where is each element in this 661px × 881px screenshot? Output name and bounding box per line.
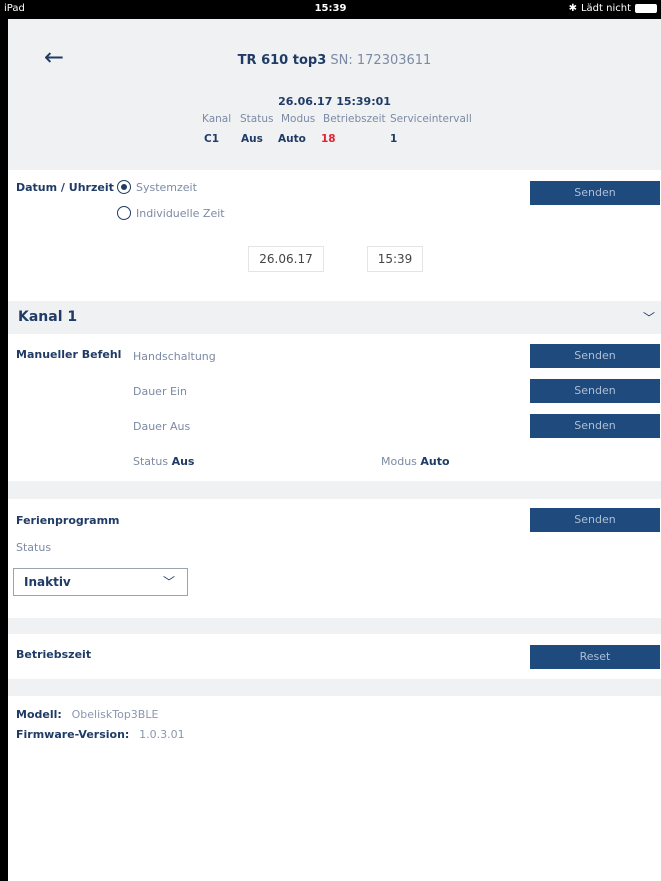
kanal-mode-label: Modus: [381, 455, 417, 468]
val-modus: Auto: [278, 133, 306, 145]
chevron-down-icon: ﹀: [642, 311, 655, 325]
chevron-down-icon: ﹀: [162, 575, 175, 589]
radio-unselected-icon: [117, 206, 131, 220]
radio-individuelle-label: Individuelle Zeit: [136, 206, 225, 220]
divider: [8, 618, 661, 634]
ferien-select-value: Inaktiv: [24, 575, 71, 589]
kanal-title: Kanal 1: [18, 309, 78, 325]
radio-individuelle-zeit[interactable]: Individuelle Zeit: [117, 206, 225, 220]
device-title: TR 610 top3 SN: 172303611: [8, 53, 661, 68]
val-serviceintervall: 1: [390, 133, 398, 145]
radio-selected-icon: [117, 180, 131, 194]
kanal-accordion[interactable]: Kanal 1 ﹀: [8, 301, 661, 334]
device-datetime: 26.06.17 15:39:01: [278, 95, 391, 108]
val-kanal: C1: [204, 133, 220, 145]
battery-icon: [635, 4, 657, 13]
serial-label: SN:: [330, 53, 353, 68]
ferien-status-label: Status: [16, 541, 52, 554]
datum-label: Datum / Uhrzeit: [16, 181, 114, 194]
val-betriebszeit: 18: [321, 133, 336, 145]
device-model: TR 610 top3: [237, 53, 327, 68]
dauer-aus-send-button[interactable]: Senden: [530, 414, 660, 438]
row-dauer-aus-label: Dauer Aus: [133, 420, 191, 433]
device-header: ← TR 610 top3 SN: 172303611 26.06.17 15:…: [8, 19, 661, 170]
firmware-label: Firmware-Version:: [16, 728, 130, 741]
kanal-status-value: Aus: [171, 455, 195, 468]
divider: [8, 679, 661, 696]
betriebszeit-label: Betriebszeit: [16, 648, 92, 661]
reset-button[interactable]: Reset: [530, 645, 660, 669]
radio-systemzeit-label: Systemzeit: [136, 180, 197, 194]
ferien-label: Ferienprogramm: [16, 514, 120, 527]
col-modus: Modus: [281, 113, 316, 125]
firmware-info: Firmware-Version: 1.0.3.01: [16, 728, 185, 741]
time-field[interactable]: 15:39: [367, 246, 423, 272]
val-status: Aus: [241, 133, 263, 145]
kanal-status-label: Status: [133, 455, 169, 468]
ferien-send-button[interactable]: Senden: [530, 508, 660, 532]
row-handschaltung-label: Handschaltung: [133, 350, 216, 363]
datum-send-button[interactable]: Senden: [530, 181, 660, 205]
clock: 15:39: [314, 3, 347, 14]
col-status: Status: [240, 113, 274, 125]
date-field[interactable]: 26.06.17: [248, 246, 324, 272]
dauer-ein-send-button[interactable]: Senden: [530, 379, 660, 403]
kanal-status: Status Aus: [133, 455, 194, 468]
kanal-mode: Modus Auto: [381, 455, 450, 468]
handschaltung-send-button[interactable]: Senden: [530, 344, 660, 368]
model-value: ObeliskTop3BLE: [71, 708, 159, 721]
kanal-mode-value: Auto: [420, 455, 450, 468]
radio-systemzeit[interactable]: Systemzeit: [117, 180, 197, 194]
col-serviceintervall: Serviceintervall: [390, 113, 472, 125]
row-dauer-ein-label: Dauer Ein: [133, 385, 187, 398]
manual-command-label: Manueller Befehl: [16, 348, 122, 361]
divider: [8, 481, 661, 499]
col-kanal: Kanal: [202, 113, 232, 125]
ferien-status-select[interactable]: Inaktiv ﹀: [13, 568, 188, 596]
status-bar: iPad 15:39 ✱ Lädt nicht: [0, 0, 661, 19]
firmware-value: 1.0.3.01: [139, 728, 185, 741]
bluetooth-icon: ✱: [568, 3, 577, 14]
serial-value: 172303611: [356, 53, 432, 68]
col-betriebszeit: Betriebszeit: [323, 113, 386, 125]
battery-text: Lädt nicht: [580, 3, 631, 14]
model-info: Modell: ObeliskTop3BLE: [16, 708, 158, 721]
battery-status: ✱ Lädt nicht: [569, 3, 657, 14]
model-label: Modell:: [16, 708, 62, 721]
